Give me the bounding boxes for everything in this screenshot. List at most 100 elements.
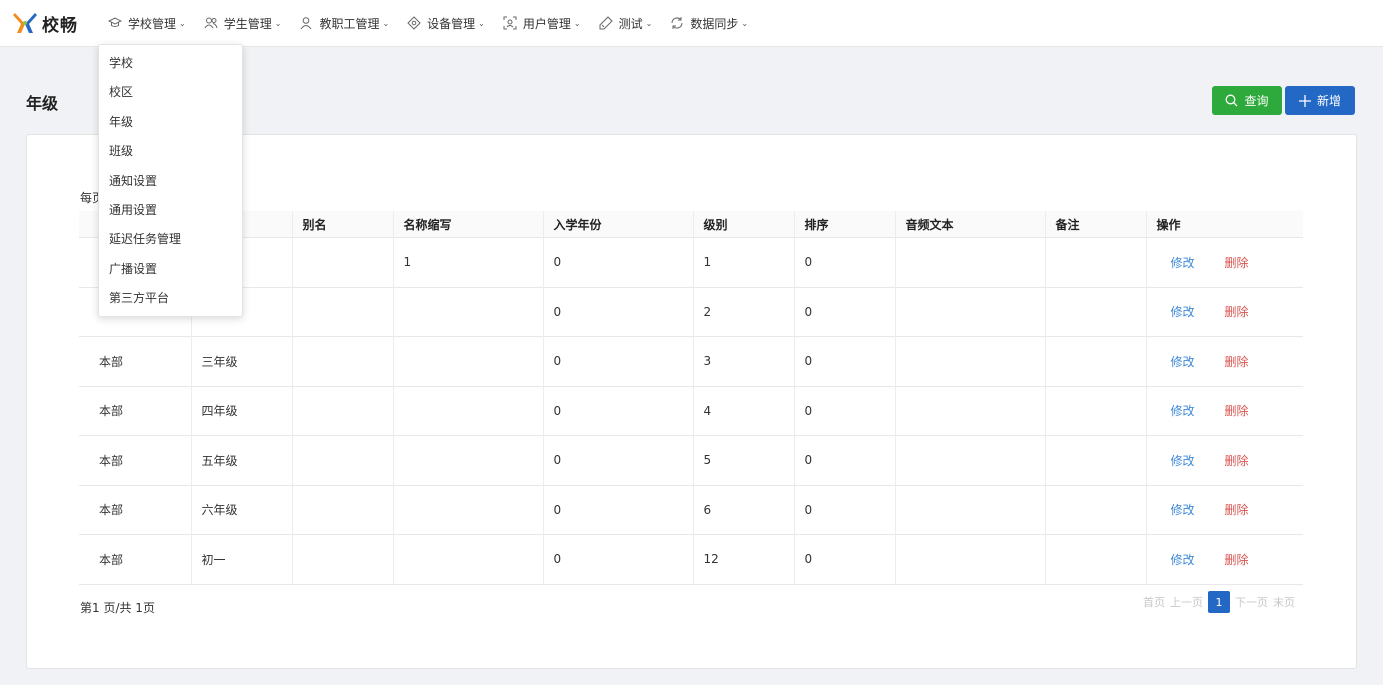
actions-cell: 修改 删除 [1145, 385, 1303, 436]
delete-link[interactable]: 删除 [1225, 553, 1249, 567]
edit-link[interactable]: 修改 [1171, 503, 1195, 517]
table-cell [291, 336, 393, 386]
chevron-down-icon: ⌄ [179, 18, 186, 28]
column-header-level[interactable]: 级别 [692, 211, 794, 238]
column-header-sort[interactable]: 排序 [793, 211, 895, 238]
table-cell [1044, 435, 1146, 485]
actions-cell: 修改 删除 [1145, 237, 1303, 287]
delete-link[interactable]: 删除 [1225, 454, 1249, 468]
nav-item-device-management[interactable]: 设备管理 ⌄ [407, 15, 485, 32]
table-cell: 本部 [79, 534, 191, 585]
table-cell [291, 286, 393, 337]
table-cell: 0 [793, 336, 895, 386]
delete-link[interactable]: 删除 [1225, 503, 1249, 517]
add-button[interactable]: 新增 [1285, 86, 1355, 115]
chevron-down-icon: ⌄ [478, 18, 485, 28]
delete-link[interactable]: 删除 [1225, 355, 1249, 369]
table-cell: 0 [542, 336, 693, 386]
last-page-button[interactable]: 末页 [1273, 594, 1295, 610]
plus-icon [1298, 94, 1311, 107]
nav-label: 学生管理 [223, 16, 272, 31]
logo-text: 校畅 [42, 15, 78, 36]
table-cell [291, 435, 393, 485]
edit-link[interactable]: 修改 [1171, 404, 1195, 418]
table-row: 本部 六年级 0 6 0 修改 删除 [79, 484, 1303, 535]
table-cell: 0 [542, 286, 693, 337]
column-header-audio-text[interactable]: 音频文本 [894, 211, 1045, 238]
table-cell: 六年级 [190, 484, 292, 535]
table-cell [291, 484, 393, 535]
table-cell [291, 237, 393, 287]
column-header-abbreviation[interactable]: 名称缩写 [392, 211, 543, 238]
column-header-enrollment-year[interactable]: 入学年份 [542, 211, 693, 238]
menu-item-campus[interactable]: 校区 [99, 78, 242, 107]
chevron-down-icon: ⌄ [645, 18, 653, 28]
query-label: 查询 [1244, 94, 1269, 108]
nav-item-user-management[interactable]: 用户管理 ⌄ [503, 15, 581, 32]
prev-page-button[interactable]: 上一页 [1170, 594, 1203, 610]
table-cell [894, 484, 1045, 535]
next-page-button[interactable]: 下一页 [1235, 594, 1268, 610]
test-icon [599, 16, 613, 30]
table-row: 本部 五年级 0 5 0 修改 删除 [79, 435, 1303, 485]
menu-item-notification-settings[interactable]: 通知设置 [99, 167, 242, 196]
table-cell: 本部 [79, 336, 191, 386]
column-header-alias[interactable]: 别名 [291, 211, 393, 238]
nav-item-test[interactable]: 测试 ⌄ [599, 15, 653, 32]
table-cell [1044, 286, 1146, 337]
edit-link[interactable]: 修改 [1171, 305, 1195, 319]
logo-mark-icon [13, 13, 37, 33]
table-cell [894, 237, 1045, 287]
graduation-cap-icon [108, 17, 122, 27]
delete-link[interactable]: 删除 [1225, 404, 1249, 418]
edit-link[interactable]: 修改 [1171, 553, 1195, 567]
table-row: 1 0 1 0 修改 删除 [79, 237, 1303, 287]
table-cell: 五年级 [190, 435, 292, 485]
menu-item-grade[interactable]: 年级 [99, 108, 242, 137]
app-logo[interactable]: 校畅 [12, 10, 78, 36]
menu-item-general-settings[interactable]: 通用设置 [99, 196, 242, 225]
table-cell: 本部 [79, 385, 191, 436]
menu-item-broadcast-settings[interactable]: 广播设置 [99, 255, 242, 284]
table-row: 本部 四年级 0 4 0 修改 删除 [79, 385, 1303, 436]
table-cell: 本部 [79, 484, 191, 535]
edit-link[interactable]: 修改 [1171, 454, 1195, 468]
table-cell [291, 534, 393, 585]
first-page-button[interactable]: 首页 [1143, 594, 1165, 610]
table-cell: 初一 [190, 534, 292, 585]
nav-label: 数据同步 [690, 16, 739, 31]
grade-table: 别名 名称缩写 入学年份 级别 排序 音频文本 备注 操作 1 0 1 0 修改 删除 0 2… [79, 211, 1303, 585]
nav-label: 测试 [618, 16, 643, 31]
users-icon [204, 17, 218, 29]
table-cell [1044, 534, 1146, 585]
delete-link[interactable]: 删除 [1225, 305, 1249, 319]
nav-item-data-sync[interactable]: 数据同步 ⌄ [670, 15, 748, 32]
column-header-actions: 操作 [1145, 211, 1303, 238]
table-cell [291, 385, 393, 436]
nav-item-student-management[interactable]: 学生管理 ⌄ [204, 15, 281, 32]
table-cell [894, 534, 1045, 585]
actions-cell: 修改 删除 [1145, 534, 1303, 585]
menu-item-delayed-task-management[interactable]: 延迟任务管理 [99, 225, 242, 254]
nav-item-school-management[interactable]: 学校管理 ⌄ [108, 15, 186, 32]
current-page-button[interactable]: 1 [1208, 591, 1230, 613]
query-button[interactable]: 查询 [1212, 86, 1282, 115]
device-icon [407, 16, 421, 30]
delete-link[interactable]: 删除 [1225, 256, 1249, 270]
edit-link[interactable]: 修改 [1171, 355, 1195, 369]
menu-item-school[interactable]: 学校 [99, 49, 242, 78]
table-cell [894, 286, 1045, 337]
table-cell [1044, 336, 1146, 386]
table-cell [392, 286, 543, 337]
table-cell [392, 484, 543, 535]
edit-link[interactable]: 修改 [1171, 256, 1195, 270]
menu-item-class[interactable]: 班级 [99, 137, 242, 166]
column-header-remark[interactable]: 备注 [1044, 211, 1146, 238]
table-cell: 四年级 [190, 385, 292, 436]
nav-item-staff-management[interactable]: 教职工管理 ⌄ [299, 15, 389, 32]
table-cell [894, 435, 1045, 485]
menu-item-third-party-platform[interactable]: 第三方平台 [99, 284, 242, 313]
sync-icon [671, 17, 683, 29]
top-nav-bar: 校畅 学校管理 ⌄ 学生管理 ⌄ 教职工管理 ⌄ 设备管理 ⌄ 用户管理 ⌄ 测… [0, 0, 1383, 47]
table-cell: 三年级 [190, 336, 292, 386]
